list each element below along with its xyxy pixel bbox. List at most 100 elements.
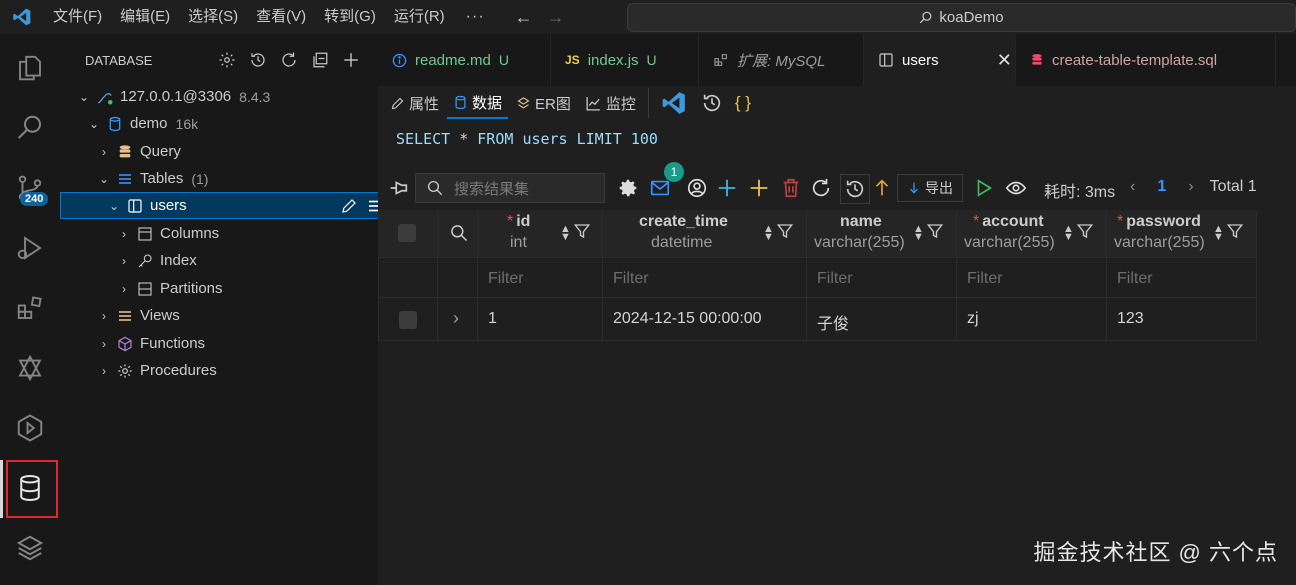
table-cell-account[interactable]: zj [957, 298, 1107, 341]
forward-arrow-icon[interactable]: → [547, 7, 565, 28]
tab-index-js[interactable]: JS index.js U [551, 34, 699, 86]
subtab-monitor[interactable]: 监控 [579, 88, 642, 118]
select-all-checkbox[interactable] [398, 224, 416, 242]
total-count: Total 1 [1209, 178, 1257, 195]
filter-input-id[interactable]: Filter [478, 257, 603, 298]
export-button[interactable]: 导出 [897, 174, 963, 202]
vscode-logo-icon[interactable] [661, 90, 687, 116]
explorer-icon[interactable] [0, 40, 60, 96]
history-icon[interactable] [701, 92, 723, 114]
prev-page-icon[interactable]: ‹ [1130, 178, 1135, 196]
database-cylinder-icon [106, 115, 124, 133]
delete-trash-icon[interactable] [779, 176, 803, 200]
settings-gear-icon[interactable] [218, 51, 236, 69]
subtab-er[interactable]: ER图 [510, 88, 577, 118]
tree-connection[interactable]: ⌄ 127.0.0.1@3306 8.4.3 [60, 83, 394, 110]
filter-input-create-time[interactable]: Filter [603, 257, 807, 298]
tree-functions[interactable]: › Functions [60, 330, 414, 357]
menu-selection[interactable]: 选择(S) [179, 0, 247, 34]
tree-procedures[interactable]: › Procedures [60, 357, 414, 384]
filter-input-account[interactable]: Filter [957, 257, 1107, 298]
column-header-password[interactable]: * password varchar(255) ▲ ▼ [1107, 210, 1257, 257]
column-header-name[interactable]: name varchar(255) ▲ ▼ [807, 210, 957, 257]
filter-input-password[interactable]: Filter [1107, 257, 1257, 298]
filter-funnel-icon[interactable] [1076, 222, 1094, 244]
tree-table-users[interactable]: ⌄ users [60, 192, 424, 219]
table-cell-create-time[interactable]: 2024-12-15 00:00:00 [603, 298, 807, 341]
column-type-id: int [510, 234, 527, 251]
layers-icon[interactable] [0, 520, 60, 576]
extensions-icon[interactable] [0, 280, 60, 336]
tab-users[interactable]: users ✕ [864, 34, 1016, 86]
filter-placeholder: Filter [488, 270, 524, 287]
tree-views[interactable]: › Views [60, 302, 414, 329]
views-label: Views [140, 307, 180, 324]
pin-icon[interactable] [387, 176, 411, 200]
source-control-icon[interactable]: 240 [0, 160, 60, 216]
history-icon[interactable] [840, 174, 870, 204]
menu-run[interactable]: 运行(R) [385, 0, 454, 34]
close-icon[interactable]: ✕ [997, 50, 1012, 71]
sort-icon[interactable]: ▲ ▼ [560, 224, 571, 243]
filter-funnel-icon[interactable] [926, 222, 944, 244]
filter-funnel-icon[interactable] [1226, 222, 1244, 244]
table-cell-password[interactable]: 123 [1107, 298, 1257, 341]
filter-funnel-icon[interactable] [776, 222, 794, 244]
column-header-create-time[interactable]: create_time datetime ▲ ▼ [603, 210, 807, 257]
search-activity-icon[interactable] [0, 100, 60, 156]
subtab-data[interactable]: 数据 [447, 87, 509, 119]
menu-file[interactable]: 文件(F) [44, 0, 111, 34]
back-arrow-icon[interactable]: ← [515, 7, 533, 28]
sort-icon[interactable]: ▲ ▼ [1213, 224, 1224, 243]
tab-create-table-template[interactable]: create-table-template.sql [1016, 34, 1276, 86]
sort-icon[interactable]: ▲ ▼ [913, 224, 924, 243]
add-yellow-icon[interactable] [747, 176, 771, 200]
settings-gear-icon[interactable] [616, 176, 640, 200]
subtab-properties[interactable]: 属性 [384, 88, 445, 118]
tab-readme[interactable]: readme.md U [378, 34, 551, 86]
add-row-icon[interactable] [715, 176, 739, 200]
table-cell-id[interactable]: 1 [478, 298, 603, 341]
tree-query[interactable]: › Query [60, 138, 414, 165]
menu-view[interactable]: 查看(V) [247, 0, 315, 34]
row-checkbox[interactable] [399, 311, 417, 329]
user-circle-icon[interactable] [685, 176, 709, 200]
gitlens-icon[interactable] [0, 340, 60, 396]
column-header-account[interactable]: * account varchar(255) ▲ ▼ [957, 210, 1107, 257]
result-search-input[interactable]: 搜索结果集 [415, 173, 605, 203]
arrow-up-icon[interactable] [870, 176, 894, 200]
chevron-down-icon: ⌄ [88, 116, 100, 131]
menu-edit[interactable]: 编辑(E) [111, 0, 179, 34]
next-page-icon[interactable]: › [1188, 178, 1193, 196]
table-cell-name[interactable]: 子俊 [807, 298, 957, 341]
history-icon[interactable] [249, 51, 267, 69]
run-play-icon[interactable] [972, 176, 996, 200]
title-bar: 文件(F) 编辑(E) 选择(S) 查看(V) 转到(G) 运行(R) ··· … [0, 0, 1296, 34]
expand-row-chevron-icon[interactable]: › [453, 308, 459, 329]
tree-tables[interactable]: ⌄ Tables (1) [60, 165, 414, 192]
eye-icon[interactable] [1004, 176, 1028, 200]
add-connection-icon[interactable] [342, 51, 360, 69]
sql-statement[interactable]: SELECT * FROM users LIMIT 100 [396, 130, 658, 148]
column-header-id[interactable]: * id int ▲ ▼ [478, 210, 603, 257]
filter-input-name[interactable]: Filter [807, 257, 957, 298]
mysql-dolphin-icon [96, 88, 114, 106]
menu-go[interactable]: 转到(G) [315, 0, 385, 34]
sort-icon[interactable]: ▲ ▼ [763, 224, 774, 243]
filter-funnel-icon[interactable] [573, 222, 591, 244]
command-center-search[interactable]: koaDemo [627, 3, 1296, 32]
sort-icon[interactable]: ▲ ▼ [1063, 224, 1074, 243]
tree-database-demo[interactable]: ⌄ demo 16k [60, 110, 404, 137]
refresh-icon[interactable] [280, 51, 298, 69]
page-number[interactable]: 1 [1157, 178, 1166, 196]
menu-more[interactable]: ··· [454, 0, 497, 34]
edit-pencil-icon[interactable] [340, 197, 358, 215]
refresh-icon[interactable] [809, 176, 833, 200]
search-icon[interactable] [449, 223, 469, 243]
remote-explorer-icon[interactable] [0, 400, 60, 456]
run-debug-icon[interactable] [0, 220, 60, 276]
braces-icon[interactable]: { } [735, 93, 751, 113]
required-marker: * [507, 213, 514, 230]
collapse-all-icon[interactable] [311, 51, 329, 69]
tab-extension-mysql[interactable]: 扩展: MySQL [699, 34, 864, 86]
